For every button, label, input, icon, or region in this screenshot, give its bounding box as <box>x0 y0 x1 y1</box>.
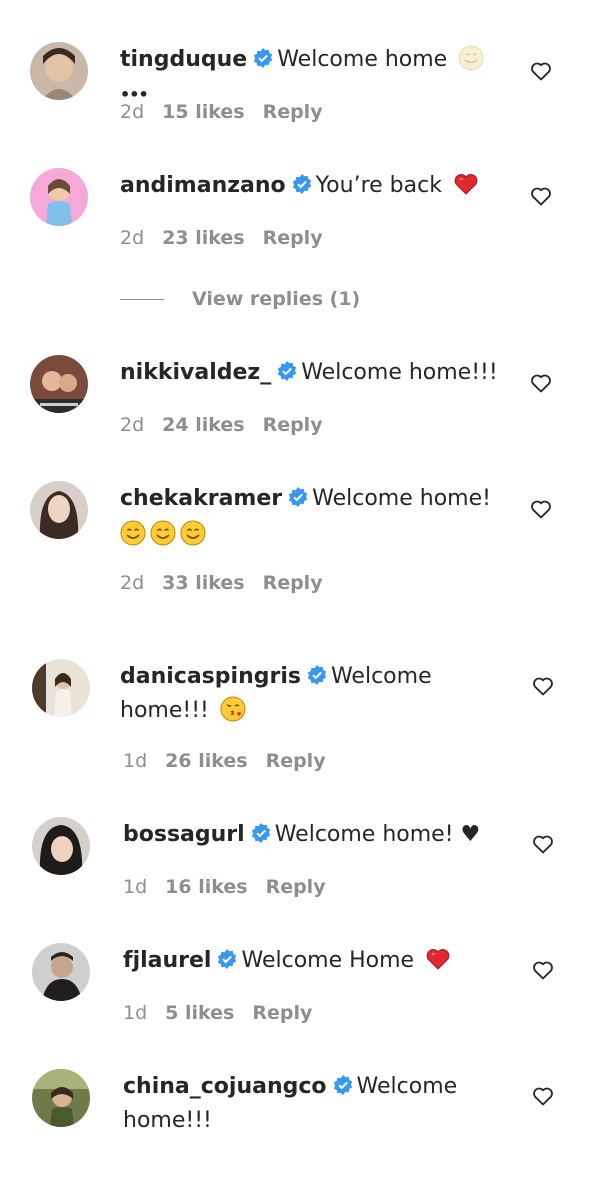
comment-time: 2d <box>120 101 145 123</box>
comment-text: Welcome home! ♥ <box>274 822 481 847</box>
comment-body: danicaspingris Welcome home!!! <box>120 660 510 728</box>
comment-time: 2d <box>120 572 145 594</box>
verified-badge-icon <box>292 174 311 194</box>
comment-text: Welcome home! <box>312 486 491 511</box>
like-heart-icon[interactable] <box>531 1084 555 1108</box>
comment-body: andimanzano You’re back <box>120 169 510 203</box>
avatar[interactable] <box>30 168 88 226</box>
comment-body: fjlaurel Welcome Home <box>123 944 513 978</box>
like-heart-icon[interactable] <box>529 59 553 83</box>
smiling-face-icon <box>180 520 206 546</box>
verified-badge-icon <box>288 487 308 507</box>
likes-count[interactable]: 23 likes <box>162 227 244 249</box>
username[interactable]: tingduque <box>120 47 247 72</box>
avatar[interactable] <box>32 817 90 875</box>
like-heart-icon[interactable] <box>531 674 555 698</box>
like-heart-icon[interactable] <box>531 832 555 856</box>
comment-text: Welcome <box>330 664 432 689</box>
like-heart-icon[interactable] <box>529 497 553 521</box>
verified-badge-icon <box>278 361 297 381</box>
comment-text: Welcome home!!! <box>301 360 498 385</box>
comment-time: 1d <box>123 1002 148 1024</box>
verified-badge-icon <box>254 48 273 68</box>
comment-meta: 2d 23 likes Reply <box>120 227 341 249</box>
verified-badge-icon <box>307 665 327 685</box>
comment-text: You’re back <box>315 173 442 198</box>
view-replies-label[interactable]: View replies (1) <box>192 288 360 310</box>
comment-text: Welcome home <box>277 47 448 72</box>
reply-button[interactable]: Reply <box>263 101 323 123</box>
likes-count[interactable]: 33 likes <box>162 572 244 594</box>
reply-button[interactable]: Reply <box>263 414 323 436</box>
avatar[interactable] <box>30 42 88 100</box>
comment-meta: 2d 33 likes Reply <box>120 572 341 594</box>
username[interactable]: bossagurl <box>123 822 245 847</box>
likes-count[interactable]: 16 likes <box>165 876 247 898</box>
username[interactable]: andimanzano <box>120 173 286 198</box>
verified-badge-icon <box>333 1075 352 1095</box>
red-heart-icon <box>454 174 478 195</box>
like-heart-icon[interactable] <box>531 958 555 982</box>
username[interactable]: fjlaurel <box>123 948 211 973</box>
reply-button[interactable]: Reply <box>266 750 326 772</box>
verified-badge-icon <box>218 949 237 969</box>
comment-meta: 1d 26 likes Reply <box>123 750 344 772</box>
avatar[interactable] <box>32 1069 90 1127</box>
avatar[interactable] <box>30 481 88 539</box>
comment-time: 2d <box>120 414 145 436</box>
comment-body: nikkivaldez_ Welcome home!!! <box>120 356 510 390</box>
view-replies-button[interactable]: View replies (1) <box>120 288 360 310</box>
likes-count[interactable]: 26 likes <box>165 750 247 772</box>
comment-meta: 2d 24 likes Reply <box>120 414 341 436</box>
comment-text: Welcome Home <box>241 948 415 973</box>
like-heart-icon[interactable] <box>529 371 553 395</box>
comment-meta: 1d 16 likes Reply <box>123 876 344 898</box>
comment-meta: 2d 15 likes Reply <box>120 101 341 123</box>
username[interactable]: danicaspingris <box>120 664 301 689</box>
username[interactable]: nikkivaldez_ <box>120 360 271 385</box>
comment-time: 2d <box>120 227 145 249</box>
comment-text-cont: home!!! <box>123 1108 212 1133</box>
comment-text-cont: home!!! <box>120 698 209 723</box>
divider-line <box>120 299 164 300</box>
comment-time: 1d <box>123 750 148 772</box>
comment-body: china_cojuangco Welcome home!!! <box>123 1070 513 1138</box>
like-heart-icon[interactable] <box>529 184 553 208</box>
reply-button[interactable]: Reply <box>266 876 326 898</box>
comment-time: 1d <box>123 876 148 898</box>
face-blowing-kiss-icon <box>220 696 246 722</box>
username[interactable]: china_cojuangco <box>123 1074 327 1099</box>
reply-button[interactable]: Reply <box>252 1002 312 1024</box>
likes-count[interactable]: 5 likes <box>165 1002 234 1024</box>
comment-body: chekakramer Welcome home! <box>120 482 510 552</box>
avatar[interactable] <box>32 659 90 717</box>
smile-faded-icon <box>458 45 484 71</box>
likes-count[interactable]: 15 likes <box>162 101 244 123</box>
comment-text: Welcome <box>356 1074 458 1099</box>
comment-meta: 1d 5 likes Reply <box>123 1002 330 1024</box>
likes-count[interactable]: 24 likes <box>162 414 244 436</box>
verified-badge-icon <box>251 823 270 843</box>
smiling-face-icon <box>120 520 146 546</box>
red-heart-icon <box>426 949 450 970</box>
avatar[interactable] <box>32 943 90 1001</box>
emoji-row <box>120 518 510 552</box>
username[interactable]: chekakramer <box>120 486 282 511</box>
smiling-face-icon <box>150 520 176 546</box>
reply-button[interactable]: Reply <box>263 227 323 249</box>
comment-body: bossagurl Welcome home! ♥ <box>123 818 513 852</box>
avatar[interactable] <box>30 355 88 413</box>
reply-button[interactable]: Reply <box>263 572 323 594</box>
